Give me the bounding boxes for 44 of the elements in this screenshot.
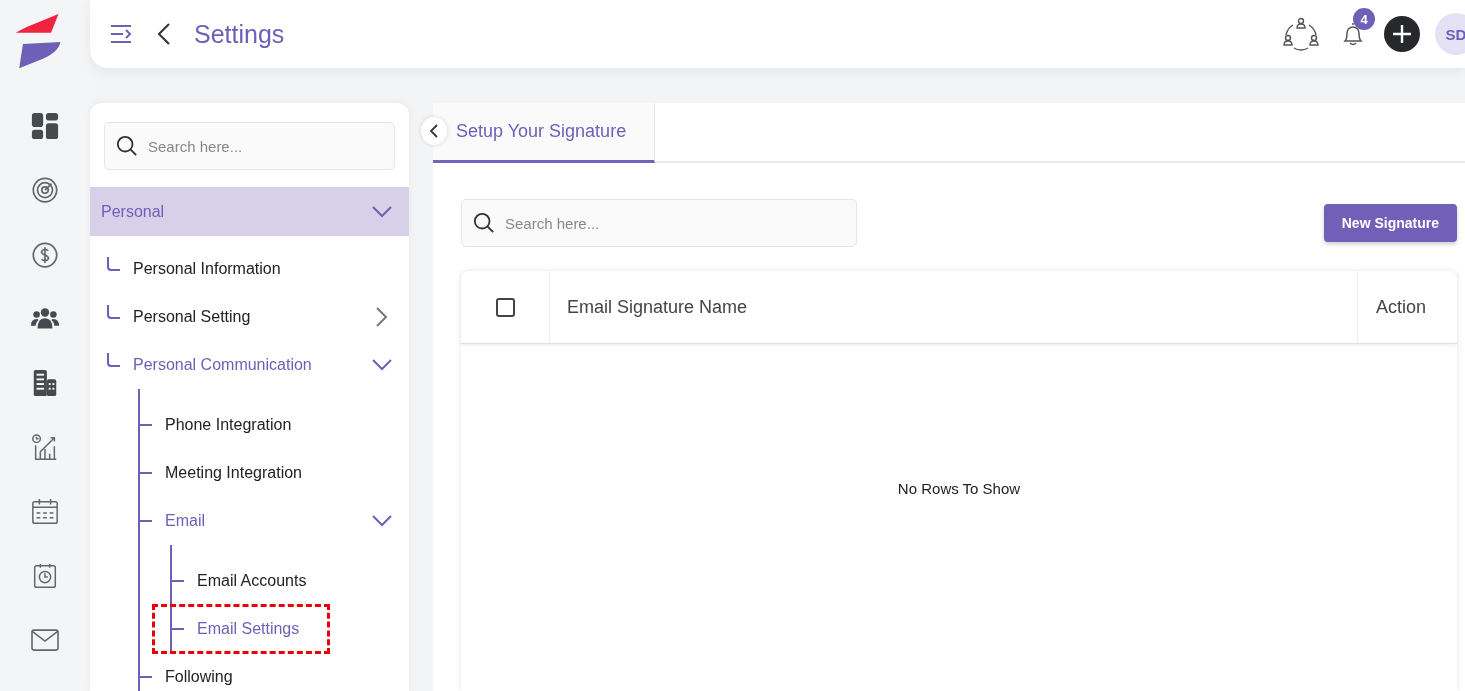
add-icon[interactable] [1384,16,1420,52]
tree-item[interactable]: Personal Information [90,245,392,293]
search-icon [116,135,138,157]
page-title: Settings [194,19,285,49]
logo-icon [13,14,61,71]
tree-item[interactable]: Meeting Integration [140,449,392,497]
team-icon[interactable] [1282,17,1320,51]
tree-item[interactable]: Email Accounts [172,557,392,605]
chevron-icon [372,359,392,371]
clock-calendar-icon[interactable] [31,562,59,589]
tree-item[interactable]: Email [140,497,392,545]
collapse-button[interactable] [421,117,447,145]
new-signature-button[interactable]: New Signature [1323,204,1457,242]
tab[interactable]: Setup Your Signature [433,103,656,163]
chevron-icon [372,515,392,527]
chevron-icon [372,205,392,218]
menu-icon[interactable] [110,24,132,44]
group-header[interactable]: Personal [90,187,409,236]
dashboard-icon[interactable] [31,113,59,140]
building-icon[interactable] [31,369,59,397]
column-header: Action [1375,295,1428,319]
notification-badge: 4 [1353,8,1375,30]
bell-icon[interactable] [1342,22,1364,46]
tree-item[interactable]: Email Settings [172,605,392,653]
chart-icon[interactable] [31,434,59,461]
calendar-icon[interactable] [31,498,59,525]
tree-item[interactable]: Personal Communication [90,341,392,389]
search-field[interactable]: Search here... [461,199,857,247]
target-icon[interactable] [31,177,59,204]
tree-item[interactable]: Following [140,653,392,691]
back-icon[interactable] [158,23,170,45]
back-icon [430,124,438,138]
search-icon [473,212,495,234]
user-avatar[interactable]: SD [1435,13,1465,55]
chevron-icon [376,307,388,327]
tree-item[interactable]: Phone Integration [140,401,392,449]
tree-item[interactable]: Personal Setting [90,293,392,341]
dollar-icon[interactable] [31,241,59,268]
select-all-checkbox[interactable] [495,297,515,317]
empty-message: No Rows To Show [897,480,1021,498]
column-header: Email Signature Name [550,271,1358,343]
group-label: Personal [101,202,165,221]
search-field[interactable]: Search here... [104,122,395,170]
mail-icon[interactable] [31,626,59,653]
